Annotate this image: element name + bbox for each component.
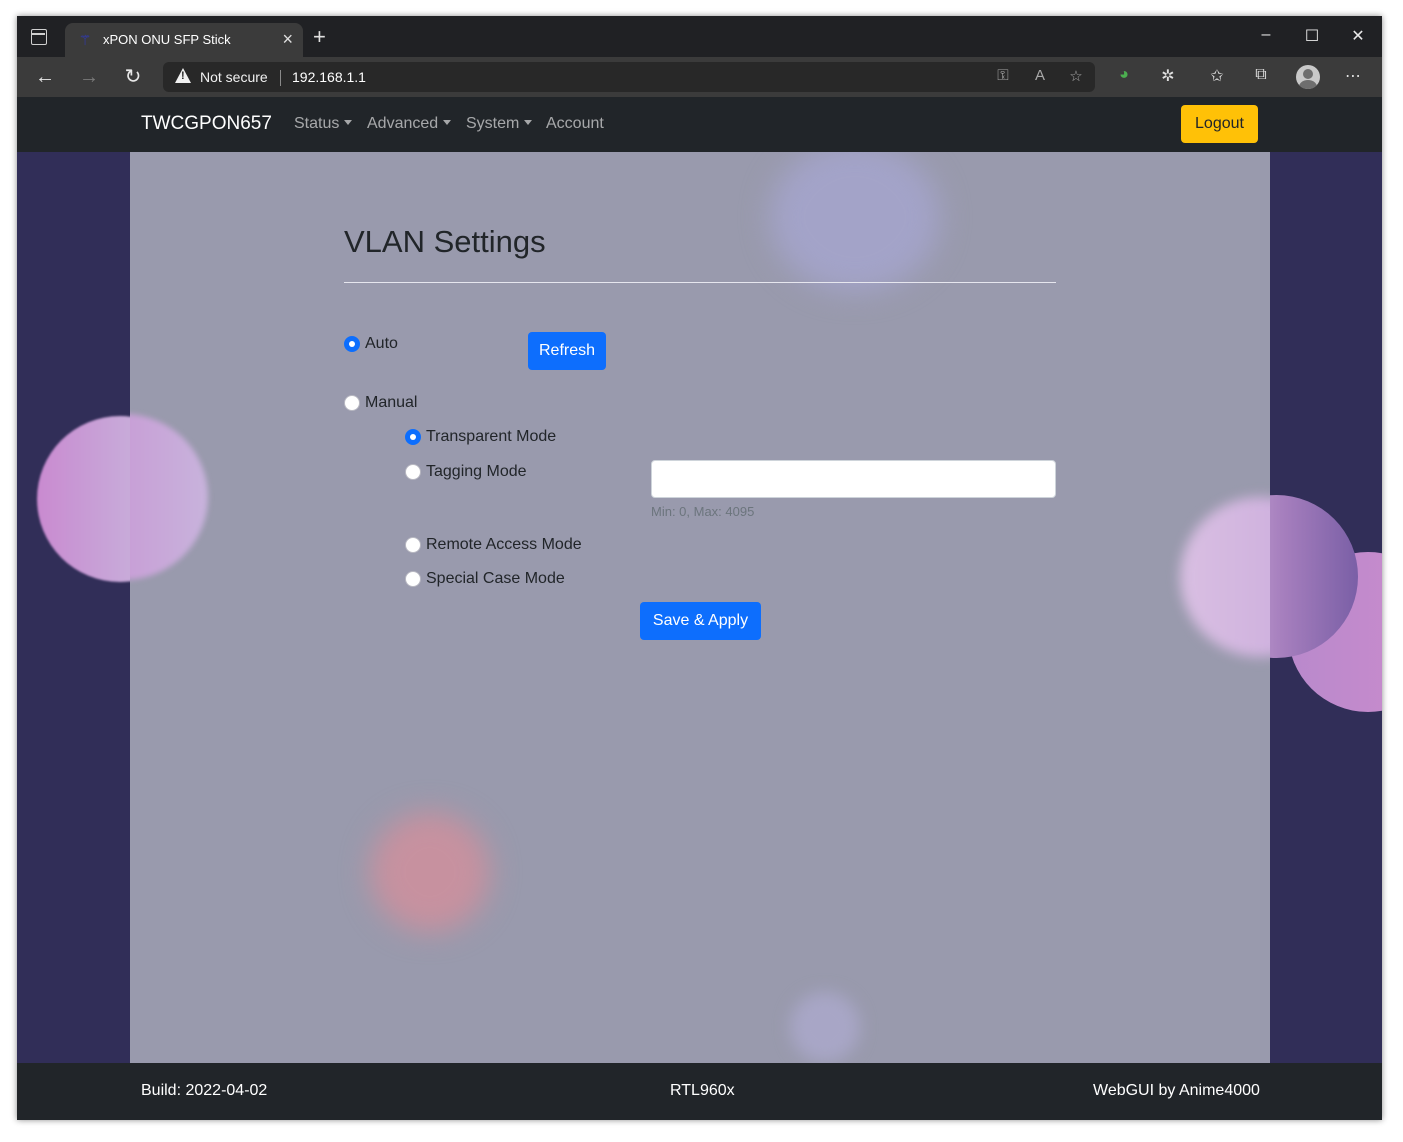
tab-actions-icon[interactable] [31,29,47,45]
save-apply-button[interactable]: Save & Apply [640,602,761,640]
key-icon[interactable]: ⚿ [992,67,1014,84]
radio-transparent-mode[interactable] [405,429,421,445]
browser-toolbar: ← → ↻ Not secure 192.168.1.1 ⚿ A ☆ ◕ ✲ ✩… [17,57,1382,97]
profile-avatar[interactable] [1296,65,1320,89]
radio-special-case-mode-label[interactable]: Special Case Mode [426,570,565,588]
nav-item-status-label: Status [294,115,340,132]
address-bar[interactable]: Not secure 192.168.1.1 ⚿ A ☆ [163,62,1095,92]
credit-info: WebGUI by Anime4000 [1093,1082,1260,1099]
web-page: TWCGPON657 Status Advanced System Accoun… [17,97,1382,1120]
more-menu-icon[interactable]: ⋯ [1341,66,1365,86]
chevron-down-icon [443,120,452,125]
nav-item-account[interactable]: Account [546,115,604,133]
refresh-button[interactable]: Refresh [528,332,606,370]
page-footer: Build: 2022-04-02 RTL960x WebGUI by Anim… [17,1063,1382,1120]
omnibox-separator [280,70,281,86]
nav-item-advanced-label: Advanced [367,115,439,132]
back-icon[interactable]: ← [32,64,58,90]
radio-auto-label[interactable]: Auto [365,335,398,353]
tab-title: xPON ONU SFP Stick [103,32,231,47]
decorative-glow [370,812,490,932]
tab-close-icon[interactable]: × [282,29,293,49]
decorative-glow [770,152,940,292]
radio-auto[interactable] [344,336,360,352]
vlan-id-help: Min: 0, Max: 4095 [651,504,755,519]
radio-special-case-mode[interactable] [405,571,421,587]
decorative-glow [790,992,860,1062]
nav-item-status[interactable]: Status [294,115,353,133]
warning-icon [175,68,191,83]
favorites-icon[interactable]: ✩ [1205,66,1229,86]
radio-manual-label[interactable]: Manual [365,394,417,412]
decorative-glow [130,414,208,580]
minimize-icon[interactable]: – [1251,26,1281,44]
main-content: VLAN Settings Auto Refresh Manual Transp… [130,152,1270,1063]
top-navbar: TWCGPON657 Status Advanced System Accoun… [17,97,1382,152]
browser-tab[interactable]: ⚚ xPON ONU SFP Stick × [65,23,303,57]
logout-button[interactable]: Logout [1181,105,1258,143]
maximize-icon[interactable]: ☐ [1297,26,1327,46]
reload-icon[interactable]: ↻ [120,64,146,90]
forward-icon[interactable]: → [76,64,102,90]
radio-manual[interactable] [344,395,360,411]
url-text[interactable]: 192.168.1.1 [292,69,366,85]
chevron-down-icon [524,120,533,125]
radio-tagging-mode[interactable] [405,464,421,480]
read-aloud-icon[interactable]: A [1029,67,1051,84]
nav-item-system-label: System [466,115,520,132]
add-favorite-icon[interactable]: ☆ [1065,67,1087,85]
chip-info: RTL960x [670,1082,735,1099]
decorative-glow [1180,497,1270,657]
brand-title[interactable]: TWCGPON657 [141,113,272,135]
vlan-id-input[interactable] [651,460,1056,498]
browser-window: ⚚ xPON ONU SFP Stick × + – ☐ ✕ ← → ↻ Not… [17,16,1382,1120]
radio-transparent-mode-label[interactable]: Transparent Mode [426,428,556,446]
extension-color-icon[interactable]: ◕ [1112,66,1136,84]
radio-remote-access-mode[interactable] [405,537,421,553]
nav-item-advanced[interactable]: Advanced [367,115,452,133]
new-tab-icon[interactable]: + [313,26,326,48]
collections-icon[interactable]: ⧉ [1249,66,1273,84]
nav-item-system[interactable]: System [466,115,533,133]
radio-tagging-mode-label[interactable]: Tagging Mode [426,463,527,481]
page-title: VLAN Settings [344,224,546,259]
chevron-down-icon [344,120,353,125]
extensions-puzzle-icon[interactable]: ✲ [1156,66,1180,86]
security-label[interactable]: Not secure [200,69,268,85]
tab-strip: ⚚ xPON ONU SFP Stick × + – ☐ ✕ [17,16,1382,57]
radio-remote-access-mode-label[interactable]: Remote Access Mode [426,536,582,554]
close-window-icon[interactable]: ✕ [1343,26,1373,46]
title-divider [344,282,1056,283]
favicon-icon: ⚚ [78,32,92,48]
build-info: Build: 2022-04-02 [141,1082,268,1099]
